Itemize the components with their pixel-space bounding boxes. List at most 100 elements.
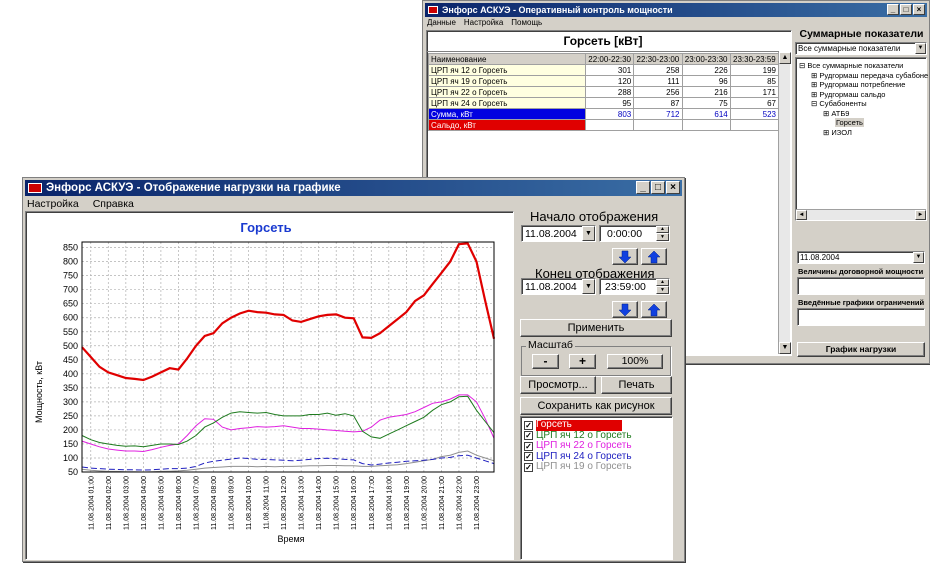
tree-node[interactable]: ⊞ АТБ9 <box>799 109 928 119</box>
vertical-scrollbar[interactable]: ▲ ▼ <box>778 52 791 354</box>
chevron-down-icon[interactable]: ▼ <box>913 252 924 263</box>
y-tick-label: 400 <box>63 369 78 379</box>
tree-toggle-icon[interactable]: ⊞ <box>823 128 829 137</box>
close-button[interactable]: × <box>666 181 680 194</box>
cell: 67 <box>729 97 780 109</box>
start-time-input[interactable]: 0:00:00 ▲ ▼ <box>599 225 670 242</box>
spin-up-button[interactable]: ▲ <box>656 226 669 233</box>
summary-select[interactable]: Все суммарные показатели ▼ <box>795 42 927 55</box>
load-graph-button[interactable]: График нагрузки <box>797 342 925 357</box>
tree-label: АТБ9 <box>831 108 850 118</box>
menu-help[interactable]: Справка <box>93 198 134 210</box>
cell: 523 <box>729 108 780 120</box>
checkbox[interactable]: ✓ <box>524 420 533 430</box>
scale-value-button[interactable]: 100% <box>607 354 663 369</box>
scroll-left-button[interactable]: ◄ <box>796 210 807 220</box>
cell: 111 <box>633 75 683 87</box>
col-header-p3[interactable]: 23:00-23:30 <box>681 53 731 65</box>
arrow-down-icon <box>618 303 632 317</box>
table-row[interactable]: ЦРП яч 12 о Горсеть 301 258 226 199 <box>428 64 780 76</box>
y-tick-label: 800 <box>63 257 78 267</box>
end-up-button[interactable] <box>641 301 667 318</box>
side-date-value: 11.08.2004 <box>800 253 840 262</box>
tree-toggle-icon[interactable]: ⊟ <box>799 61 805 70</box>
tree-toggle-icon[interactable]: ⊟ <box>811 99 817 108</box>
tree-node[interactable]: ⊞ ИЗОЛ <box>799 128 928 138</box>
end-date-picker[interactable]: 11.08.2004 ▼ <box>521 278 596 295</box>
cell: 712 <box>633 108 683 120</box>
tree-node[interactable]: ⊟ Все суммарные показатели <box>799 61 928 71</box>
contract-power-field[interactable] <box>797 277 925 295</box>
scale-plus-button[interactable]: + <box>569 354 596 369</box>
tree-node-selected[interactable]: Горсеть <box>799 118 928 128</box>
chevron-down-icon[interactable]: ▼ <box>582 226 595 241</box>
start-time-spinner[interactable]: ▲ ▼ <box>656 226 669 241</box>
cell: 226 <box>681 64 731 76</box>
maximize-button[interactable]: □ <box>900 4 912 15</box>
apply-button[interactable]: Применить <box>520 319 672 337</box>
chevron-down-icon[interactable]: ▼ <box>582 279 595 294</box>
tree-toggle-icon[interactable]: ⊞ <box>823 109 829 118</box>
side-date-select[interactable]: 11.08.2004 ▼ <box>797 251 925 264</box>
legend-item[interactable]: ✓ Горсеть <box>524 419 632 431</box>
checkbox[interactable]: ✓ <box>524 441 533 451</box>
menu-settings[interactable]: Настройка <box>464 18 503 27</box>
table-row-sum[interactable]: Сумма, кВт 803 712 614 523 <box>428 108 780 120</box>
spin-down-button[interactable]: ▼ <box>656 286 669 294</box>
end-time-spinner[interactable]: ▲ ▼ <box>656 279 669 294</box>
tree-toggle-icon[interactable]: ⊞ <box>811 90 817 99</box>
x-tick-label: 11.08.2004 21:00 <box>439 476 446 530</box>
y-tick-label: 450 <box>63 355 78 365</box>
menu-data[interactable]: Данные <box>427 18 456 27</box>
chevron-down-icon[interactable]: ▼ <box>915 43 926 54</box>
cell <box>633 119 683 131</box>
preview-button[interactable]: Просмотр... <box>520 376 596 394</box>
spin-down-button[interactable]: ▼ <box>656 233 669 241</box>
checkbox[interactable]: ✓ <box>524 452 533 462</box>
tree-toggle-icon[interactable]: ⊞ <box>811 80 817 89</box>
y-tick-label: 550 <box>63 327 78 337</box>
scroll-right-button[interactable]: ► <box>915 210 926 220</box>
table-row[interactable]: ЦРП яч 22 о Горсеть 288 256 216 171 <box>428 86 780 98</box>
start-down-button[interactable] <box>612 248 638 265</box>
tree-node[interactable]: ⊞ Рудгормаш передача субабоне <box>799 71 928 81</box>
table-row-saldo[interactable]: Сальдо, кВт <box>428 119 780 131</box>
col-header-p2[interactable]: 22:30-23:00 <box>633 53 683 65</box>
scale-minus-button[interactable]: - <box>532 354 559 369</box>
maximize-button[interactable]: □ <box>651 181 665 194</box>
horizontal-scrollbar[interactable]: ◄ ► <box>796 209 926 220</box>
spin-up-button[interactable]: ▲ <box>656 279 669 286</box>
row-name: Сальдо, кВт <box>428 119 586 131</box>
y-tick-label: 650 <box>63 299 78 309</box>
minimize-button[interactable]: _ <box>887 4 899 15</box>
limits-field[interactable] <box>797 308 925 326</box>
menu-help[interactable]: Помощь <box>511 18 542 27</box>
table-row[interactable]: ЦРП яч 19 о Горсеть 120 111 96 85 <box>428 75 780 87</box>
table-row[interactable]: ЦРП яч 24 о Горсеть 95 87 75 67 <box>428 97 780 109</box>
checkbox[interactable]: ✓ <box>524 462 533 472</box>
col-header-p4[interactable]: 23:30-23:59 <box>729 53 780 65</box>
y-tick-label: 250 <box>63 411 78 421</box>
col-header-p1[interactable]: 22:00-22:30 <box>584 53 635 65</box>
end-time-input[interactable]: 23:59:00 ▲ ▼ <box>599 278 670 295</box>
legend-item[interactable]: ✓ ЦРП яч 22 о Горсеть <box>524 440 632 452</box>
minimize-button[interactable]: _ <box>636 181 650 194</box>
tree-toggle-icon[interactable]: ⊞ <box>811 71 817 80</box>
start-date-picker[interactable]: 11.08.2004 ▼ <box>521 225 596 242</box>
save-image-button[interactable]: Сохранить как рисунок <box>520 397 672 415</box>
tree-node[interactable]: ⊟ Субабоненты <box>799 99 928 109</box>
menu-settings[interactable]: Настройка <box>27 198 79 210</box>
summary-tree: ⊟ Все суммарные показатели ⊞ Рудгормаш п… <box>799 61 928 137</box>
x-tick-label: 11.08.2004 14:00 <box>316 476 323 530</box>
tree-node[interactable]: ⊞ Рудгормаш потребление <box>799 80 928 90</box>
scroll-down-button[interactable]: ▼ <box>779 342 791 354</box>
checkbox[interactable]: ✓ <box>524 431 533 441</box>
legend-item[interactable]: ✓ ЦРП яч 19 о Горсеть <box>524 461 632 473</box>
col-header-name[interactable]: Наименование <box>428 53 586 65</box>
close-button[interactable]: × <box>913 4 925 15</box>
tree-node[interactable]: ⊞ Рудгормаш сальдо <box>799 90 928 100</box>
scroll-up-button[interactable]: ▲ <box>779 52 791 64</box>
end-down-button[interactable] <box>612 301 638 318</box>
print-button[interactable]: Печать <box>601 376 672 394</box>
start-up-button[interactable] <box>641 248 667 265</box>
